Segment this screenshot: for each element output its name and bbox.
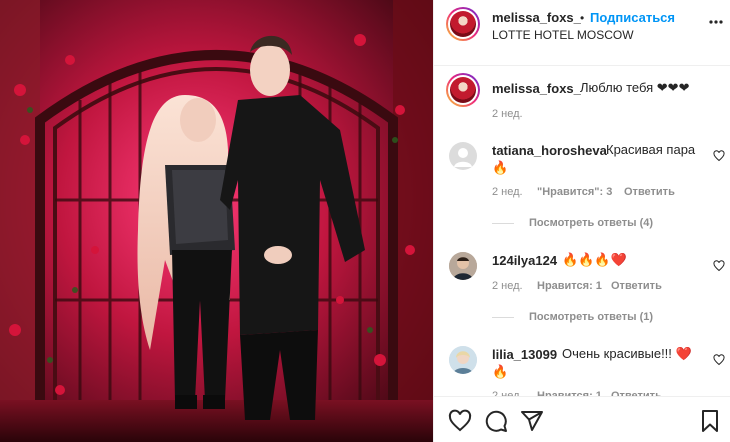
- author-username[interactable]: melissa_foxs_: [492, 10, 581, 25]
- post-side-panel: melissa_foxs_ • Подписаться LOTTE HOTEL …: [433, 0, 730, 442]
- more-horizontal-icon[interactable]: [708, 14, 724, 30]
- replies-divider: [492, 223, 514, 224]
- commenter-avatar[interactable]: [449, 252, 477, 280]
- comment-likes[interactable]: Нравится: 1: [537, 280, 602, 292]
- comment-text: Красивая пара 🔥: [492, 142, 696, 175]
- comment-time: 2 нед.: [492, 280, 523, 292]
- commenter-avatar[interactable]: [449, 346, 477, 374]
- post-photo[interactable]: [0, 0, 433, 442]
- view-replies-button[interactable]: Посмотреть ответы (4): [529, 217, 653, 229]
- comment-icon[interactable]: [484, 409, 508, 433]
- caption-time: 2 нед.: [492, 108, 523, 120]
- post-action-bar: [434, 396, 730, 442]
- caption-text: Люблю тебя ❤❤❤: [580, 80, 690, 95]
- author-avatar[interactable]: [446, 7, 480, 41]
- caption-avatar[interactable]: [446, 73, 480, 107]
- replies-divider: [492, 317, 514, 318]
- post-image: [0, 0, 433, 442]
- reply-button[interactable]: Ответить: [624, 186, 675, 198]
- reply-button[interactable]: Ответить: [611, 280, 662, 292]
- comment-like-heart-icon[interactable]: [713, 259, 725, 272]
- heart-icon[interactable]: [448, 409, 472, 433]
- comment-likes[interactable]: "Нравится": 3: [537, 186, 612, 198]
- bookmark-icon[interactable]: [698, 409, 722, 433]
- follow-button[interactable]: Подписаться: [590, 10, 675, 25]
- header-separator: •: [580, 11, 585, 25]
- comment-like-heart-icon[interactable]: [713, 353, 725, 366]
- comment-username[interactable]: 124ilya124: [492, 253, 557, 268]
- comment-text: 🔥🔥🔥❤️: [562, 252, 627, 267]
- comment-like-heart-icon[interactable]: [713, 149, 725, 162]
- comment-time: 2 нед.: [492, 186, 523, 198]
- post-header: melissa_foxs_ • Подписаться LOTTE HOTEL …: [434, 0, 730, 66]
- view-replies-button[interactable]: Посмотреть ответы (1): [529, 311, 653, 323]
- location-link[interactable]: LOTTE HOTEL MOSCOW: [492, 28, 634, 42]
- comment-text: Очень красивые!!! ❤️ 🔥: [492, 346, 692, 379]
- caption-username[interactable]: melissa_foxs_: [492, 81, 581, 96]
- share-icon[interactable]: [520, 409, 544, 433]
- commenter-avatar[interactable]: [449, 142, 477, 170]
